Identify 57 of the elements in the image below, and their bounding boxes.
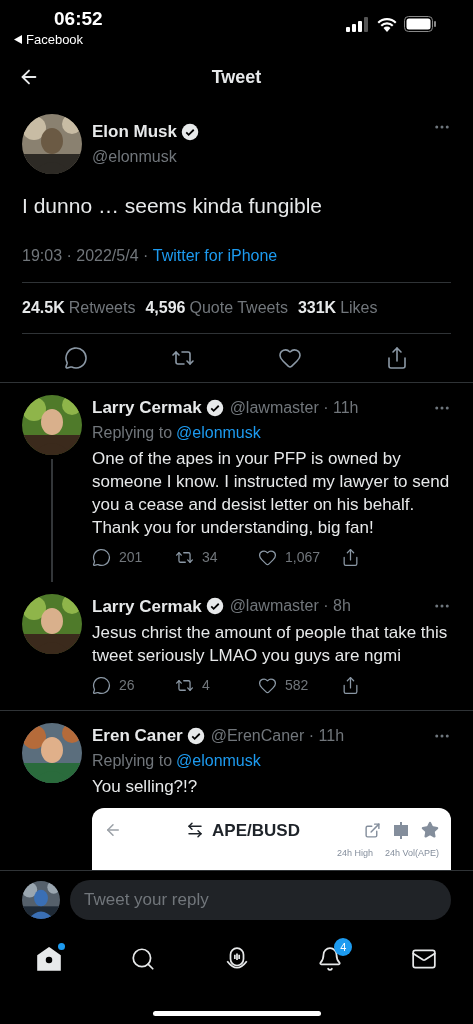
stat-label: Retweets (68, 298, 136, 318)
home-icon[interactable] (36, 946, 62, 972)
source-link[interactable]: Twitter for iPhone (152, 244, 278, 268)
count-text: 26 (119, 676, 135, 695)
author-name: Larry Cermak (92, 397, 202, 419)
stat-count: 331K (297, 298, 337, 318)
mention-link[interactable]: @elonmusk (176, 748, 261, 773)
reply-icon[interactable] (63, 346, 88, 370)
replying-label: Replying to (92, 750, 173, 771)
share-icon[interactable] (341, 676, 360, 695)
stat-label: Quote Tweets (189, 298, 288, 318)
reply-icon[interactable] (92, 676, 111, 695)
split-icon (393, 821, 409, 839)
stat-count: 4,596 (145, 298, 186, 318)
share-icon[interactable] (341, 547, 360, 567)
handle-text: @lawmaster · 8h (229, 596, 351, 617)
count-text: 1,067 (285, 547, 321, 567)
replying-label: Replying to (92, 422, 173, 443)
author-name: Elon Musk (92, 121, 177, 144)
tweet-text: I dunno … seems kinda fungible (22, 193, 324, 219)
pair-title: APE/BUSD (212, 819, 300, 842)
like-icon[interactable] (258, 547, 277, 567)
mention-link[interactable]: @elonmusk (176, 420, 261, 445)
author-name: Larry Cermak (92, 595, 202, 618)
handle-text: @ErenCaner · 11h (210, 725, 345, 746)
search-icon[interactable] (129, 946, 156, 972)
swap-icon (186, 821, 205, 840)
back-to-app-link[interactable]: Facebook (26, 30, 84, 50)
handle-text: @elonmusk (92, 147, 177, 165)
notification-badge: 4 (334, 938, 353, 956)
signal-icon (346, 16, 370, 32)
stat-label: 24h High (336, 847, 373, 860)
stat-label: 24h Vol(APE) (384, 847, 439, 860)
stat-count: 24.5K (22, 298, 65, 318)
reply-text: One of the apes in your PFP is owned by someone I know. I instructed my lawyer to send you a cease and desist letter on his behalf. Thank you for understanding, big fan! (92, 447, 451, 539)
stat-label: Likes (340, 298, 378, 318)
count-text: 582 (285, 676, 309, 695)
timestamp-text: 19:03 · 2022/5/4 · (22, 246, 150, 266)
status-time: 06:52 (54, 8, 103, 30)
count-text: 201 (119, 547, 143, 567)
handle-text: @lawmaster · 11h (229, 397, 359, 418)
reply-text: Jesus christ the amount of people that take this tweet seriously LMAO you guys are ngmi (92, 622, 449, 667)
reply-icon[interactable] (92, 547, 111, 567)
external-link-icon (364, 821, 381, 839)
star-icon (421, 821, 439, 840)
page-title: Tweet (211, 65, 262, 89)
author-name: Eren Caner (92, 725, 183, 747)
wifi-icon (377, 16, 397, 32)
back-triangle-icon (14, 35, 22, 45)
like-icon[interactable] (258, 676, 277, 695)
like-icon[interactable] (278, 346, 303, 370)
reply-input[interactable]: Tweet your reply (70, 879, 451, 920)
messages-icon[interactable] (411, 946, 437, 972)
count-text: 4 (202, 676, 210, 695)
count-text: 34 (202, 547, 218, 567)
reply-text: You selling?!? (92, 775, 199, 798)
battery-icon (404, 16, 437, 32)
